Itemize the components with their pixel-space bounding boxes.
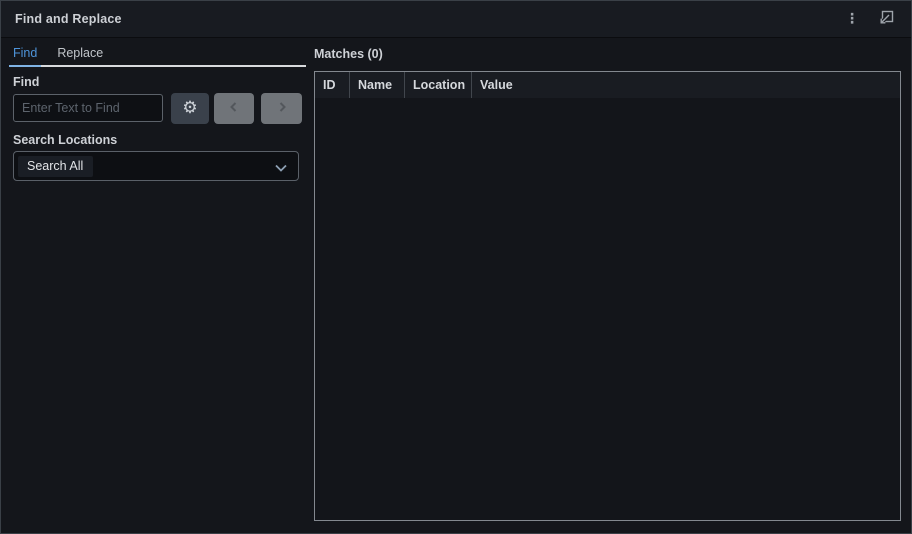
chevron-right-icon — [276, 101, 288, 116]
column-header-name[interactable]: Name — [350, 72, 405, 98]
panel-title: Find and Replace — [15, 12, 122, 26]
search-locations-label: Search Locations — [13, 133, 118, 147]
matches-count-title: Matches (0) — [314, 47, 383, 61]
column-header-value[interactable]: Value — [472, 72, 900, 98]
search-settings-button[interactable]: ⚙ — [171, 93, 209, 124]
previous-match-button[interactable] — [214, 93, 254, 124]
find-text-input[interactable] — [13, 94, 163, 122]
column-header-id[interactable]: ID — [315, 72, 350, 98]
column-header-location[interactable]: Location — [405, 72, 472, 98]
tab-replace[interactable]: Replace — [57, 46, 103, 60]
chevron-left-icon — [228, 101, 240, 116]
search-locations-dropdown[interactable]: Search All — [13, 151, 299, 181]
pop-out-button[interactable] — [875, 7, 897, 31]
matches-table-header: ID Name Location Value — [315, 72, 900, 98]
find-replace-tab-strip: Find Replace — [8, 46, 306, 67]
matches-table-body — [315, 98, 900, 520]
find-and-replace-panel: Find and Replace ⋮ Find Replace Find Ent… — [0, 0, 912, 534]
matches-table: ID Name Location Value — [314, 71, 901, 521]
more-options-button[interactable]: ⋮ — [841, 7, 863, 31]
titlebar-actions: ⋮ — [841, 7, 897, 31]
selected-search-location: Search All — [18, 155, 94, 177]
chevron-down-icon — [274, 161, 288, 179]
gear-icon: ⚙ — [182, 98, 198, 118]
next-match-button[interactable] — [261, 93, 302, 124]
kebab-menu-icon: ⋮ — [845, 11, 859, 27]
titlebar: Find and Replace ⋮ — [1, 1, 911, 38]
pop-out-icon — [877, 9, 895, 30]
find-section-label: Find — [13, 75, 40, 89]
tab-find[interactable]: Find — [8, 46, 42, 67]
